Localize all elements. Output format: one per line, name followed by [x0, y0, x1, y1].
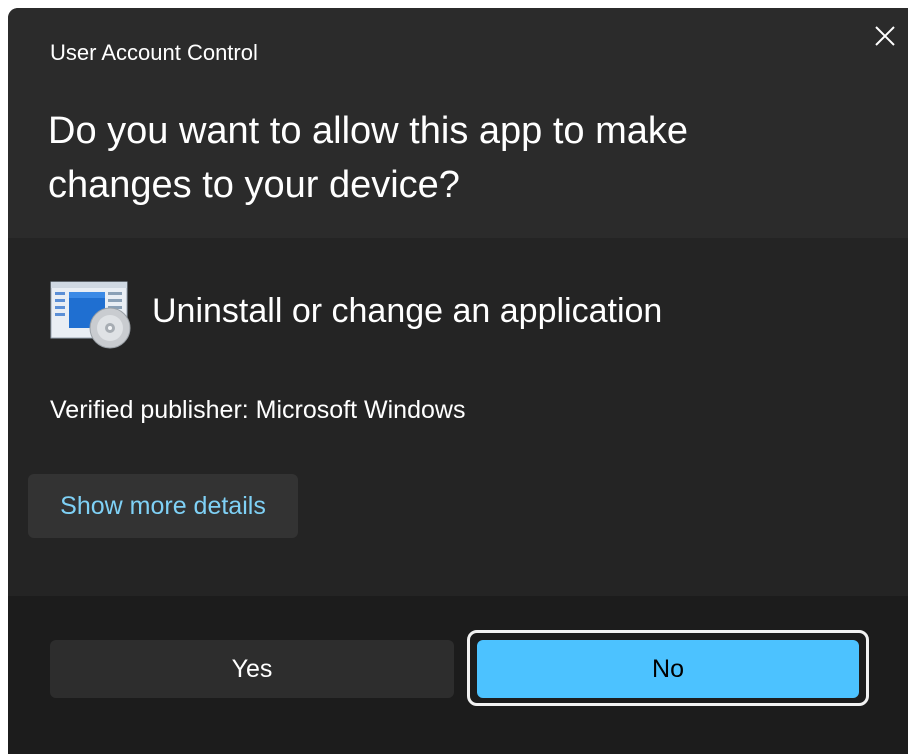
close-icon	[875, 26, 895, 46]
verified-publisher: Verified publisher: Microsoft Windows	[50, 396, 466, 424]
consent-question: Do you want to allow this app to make ch…	[48, 110, 689, 206]
no-button[interactable]: No	[477, 640, 859, 698]
yes-button[interactable]: Yes	[50, 640, 454, 698]
show-more-details-button[interactable]: Show more details	[28, 474, 298, 538]
control-panel-programs-icon	[50, 281, 131, 349]
close-button[interactable]	[862, 14, 908, 60]
app-name: Uninstall or change an application	[152, 292, 663, 330]
window-title: User Account Control	[50, 40, 258, 65]
